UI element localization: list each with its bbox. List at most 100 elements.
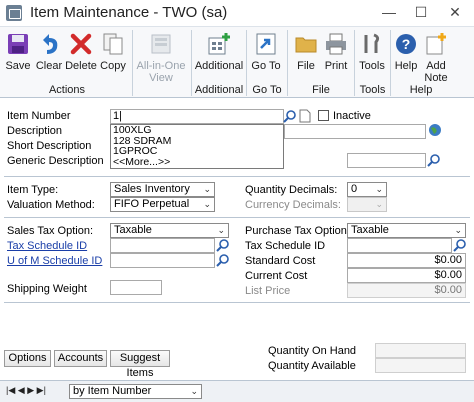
valuation-method-select[interactable]: FIFO Perpetual ⌄ xyxy=(110,197,215,212)
save-button[interactable]: Save xyxy=(3,30,33,80)
chevron-down-icon: ⌄ xyxy=(375,199,383,209)
tools-icon xyxy=(364,33,380,53)
print-button[interactable]: Print xyxy=(322,30,350,80)
help-icon: ? xyxy=(396,34,416,54)
inactive-checkbox[interactable] xyxy=(318,110,329,121)
file-menu-button[interactable]: File xyxy=(290,30,322,80)
chevron-down-icon: ⌄ xyxy=(190,386,198,396)
short-description-label: Short Description xyxy=(7,140,92,152)
group-label-actions: Actions xyxy=(48,84,86,96)
copy-button[interactable]: Copy xyxy=(99,30,127,80)
suggestion-item[interactable]: 1GPROC xyxy=(111,146,283,157)
currency-decimals-label: Currency Decimals: xyxy=(245,199,341,211)
all-in-one-view-label: All-in-One View xyxy=(136,60,186,84)
chevron-down-icon: ⌄ xyxy=(203,184,211,194)
currency-decimals-select: ⌄ xyxy=(347,197,387,212)
next-record-icon[interactable]: ▶ xyxy=(27,385,34,395)
minimize-button[interactable]: — xyxy=(372,0,406,26)
maximize-button[interactable]: ☐ xyxy=(404,0,438,26)
go-to-label: Go To xyxy=(251,60,281,72)
shipping-weight-label: Shipping Weight xyxy=(7,283,87,295)
help-menu-button[interactable]: ? Help xyxy=(392,30,420,80)
purchase-tax-schedule-id-input[interactable] xyxy=(347,238,452,253)
delete-button[interactable]: Delete xyxy=(64,30,98,80)
chevron-down-icon: ⌄ xyxy=(217,225,225,235)
printer-icon xyxy=(326,33,346,55)
chevron-down-icon: ⌄ xyxy=(454,225,462,235)
add-note-button[interactable]: Add Note xyxy=(421,30,451,84)
chevron-down-icon: ⌄ xyxy=(203,199,211,209)
purchase-tax-option-label: Purchase Tax Option: xyxy=(245,225,350,237)
uofm-schedule-id-input[interactable] xyxy=(110,253,215,268)
quantity-decimals-value: 0 xyxy=(351,183,358,195)
purchase-tax-option-value: Taxable xyxy=(351,224,389,236)
window-title: Item Maintenance - TWO (sa) xyxy=(30,4,228,21)
item-number-input[interactable]: 1| xyxy=(110,109,284,124)
additional-label: Additional xyxy=(194,60,244,72)
purchase-tax-option-select[interactable]: Taxable ⌄ xyxy=(347,223,466,238)
suggestion-more[interactable]: <<More...>> xyxy=(111,156,283,168)
tools-menu-button[interactable]: Tools xyxy=(356,30,388,80)
options-button[interactable]: Options xyxy=(4,350,51,367)
item-type-label: Item Type: xyxy=(7,184,59,196)
quantity-decimals-label: Quantity Decimals: xyxy=(245,184,338,196)
clear-label: Clear xyxy=(35,60,63,72)
sort-order-select[interactable]: by Item Number ⌄ xyxy=(69,384,202,399)
last-record-icon[interactable]: ▶| xyxy=(37,385,46,395)
globe-icon[interactable] xyxy=(428,123,442,137)
group-label-tools: Tools xyxy=(359,84,386,96)
save-icon xyxy=(8,34,28,54)
item-number-suggestions: 100XLG 128 SDRAM 1GPROC <<More...>> xyxy=(110,124,284,169)
quantity-on-hand-field xyxy=(375,343,466,358)
record-navigation: |◀ ◀ ▶ ▶| xyxy=(6,385,66,399)
all-in-one-view-button[interactable]: All-in-One View xyxy=(134,30,188,84)
list-price-input: $0.00 xyxy=(347,283,466,298)
quantity-available-field xyxy=(375,358,466,373)
shipping-weight-input[interactable] xyxy=(110,280,162,295)
ribbon-separator xyxy=(132,30,133,96)
chevron-down-icon: ⌄ xyxy=(375,184,383,194)
standard-cost-input[interactable]: $0.00 xyxy=(347,253,466,268)
tax-schedule-lookup-icon[interactable] xyxy=(216,238,230,252)
generic-description-input[interactable] xyxy=(347,153,426,168)
file-label: File xyxy=(297,60,315,72)
add-note-icon xyxy=(426,33,446,55)
go-to-icon xyxy=(256,33,276,55)
go-to-menu-button[interactable]: Go To xyxy=(248,30,284,80)
sort-order-value: by Item Number xyxy=(73,385,152,397)
sales-tax-option-label: Sales Tax Option: xyxy=(7,225,94,237)
section-divider xyxy=(4,217,470,218)
delete-label: Delete xyxy=(65,60,97,72)
quantity-on-hand-label: Quantity On Hand xyxy=(268,345,357,357)
item-type-select[interactable]: Sales Inventory ⌄ xyxy=(110,182,215,197)
valuation-method-value: FIFO Perpetual xyxy=(114,198,190,210)
delete-x-icon xyxy=(70,33,92,55)
current-cost-input[interactable]: $0.00 xyxy=(347,268,466,283)
quantity-decimals-select[interactable]: 0 ⌄ xyxy=(347,182,387,197)
description-input[interactable] xyxy=(284,124,426,139)
uofm-schedule-id-link[interactable]: U of M Schedule ID xyxy=(7,255,102,267)
suggest-items-button[interactable]: Suggest Items xyxy=(110,350,170,379)
inactive-label: Inactive xyxy=(333,110,371,122)
sales-tax-option-select[interactable]: Taxable ⌄ xyxy=(110,223,229,238)
tax-schedule-id-link[interactable]: Tax Schedule ID xyxy=(7,240,87,252)
lookup-icon[interactable] xyxy=(427,153,441,167)
suggestion-item[interactable]: 100XLG xyxy=(111,125,283,136)
add-note-label: Add Note xyxy=(424,60,448,84)
uofm-schedule-lookup-icon[interactable] xyxy=(216,253,230,267)
help-label: Help xyxy=(394,60,418,72)
close-button[interactable]: ✕ xyxy=(438,0,472,26)
tax-schedule-id-input[interactable] xyxy=(110,238,215,253)
first-record-icon[interactable]: |◀ xyxy=(6,385,15,395)
previous-record-icon[interactable]: ◀ xyxy=(18,385,25,395)
purchase-tax-schedule-lookup-icon[interactable] xyxy=(453,238,467,252)
accounts-button[interactable]: Accounts xyxy=(54,350,107,367)
print-label: Print xyxy=(324,60,348,72)
copy-label: Copy xyxy=(100,60,126,72)
current-cost-label: Current Cost xyxy=(245,270,308,282)
additional-menu-button[interactable]: Additional xyxy=(193,30,245,80)
additional-window-icon xyxy=(208,33,230,55)
clear-button[interactable]: Clear xyxy=(35,30,63,80)
item-note-icon[interactable] xyxy=(298,109,312,123)
item-number-lookup-icon[interactable] xyxy=(283,109,297,123)
